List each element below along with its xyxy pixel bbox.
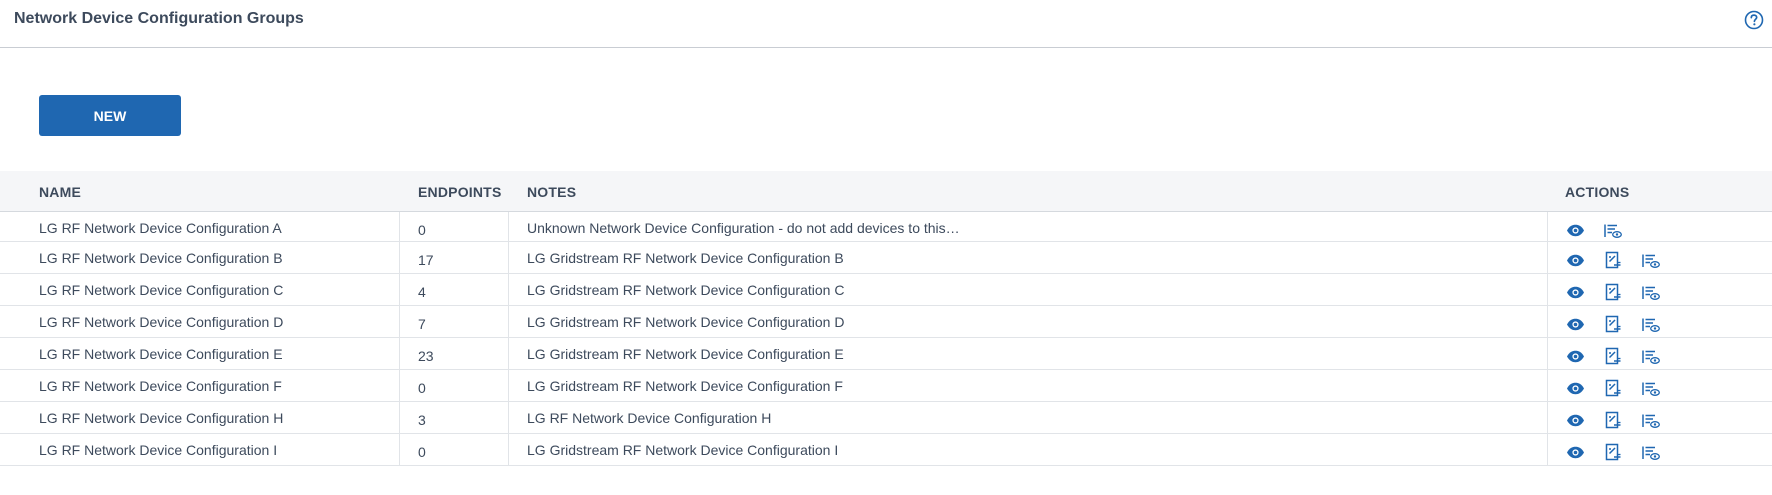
column-header-endpoints[interactable]: ENDPOINTS	[418, 184, 501, 200]
details-icon[interactable]	[1641, 315, 1661, 333]
cell-notes: LG Gridstream RF Network Device Configur…	[527, 314, 845, 330]
new-button[interactable]: NEW	[39, 95, 181, 136]
edit-icon[interactable]	[1603, 443, 1623, 461]
column-divider	[1547, 242, 1548, 273]
column-divider	[1547, 274, 1548, 305]
cell-notes: LG Gridstream RF Network Device Configur…	[527, 250, 844, 266]
column-divider	[399, 370, 400, 401]
cell-notes: LG Gridstream RF Network Device Configur…	[527, 442, 839, 458]
view-icon[interactable]	[1565, 221, 1585, 239]
edit-icon[interactable]	[1603, 379, 1623, 397]
details-icon[interactable]	[1641, 411, 1661, 429]
cell-name: LG RF Network Device Configuration H	[39, 410, 284, 426]
row-actions	[1565, 283, 1661, 301]
row-actions	[1565, 315, 1661, 333]
cell-endpoints: 0	[418, 444, 426, 460]
page-header: Network Device Configuration Groups	[0, 0, 1772, 48]
cell-endpoints: 7	[418, 316, 426, 332]
row-actions	[1565, 347, 1661, 365]
column-divider	[508, 370, 509, 401]
view-icon[interactable]	[1565, 379, 1585, 397]
table-row[interactable]: LG RF Network Device Configuration A 0 Unk…	[0, 212, 1772, 242]
column-header-notes[interactable]: NOTES	[527, 184, 576, 200]
table-row[interactable]: LG RF Network Device Configuration B 17 LG…	[0, 242, 1772, 274]
column-divider	[399, 306, 400, 337]
config-groups-table: NAME ENDPOINTS NOTES ACTIONS LG RF Netwo…	[0, 171, 1772, 466]
cell-name: LG RF Network Device Configuration F	[39, 378, 282, 394]
table-header: NAME ENDPOINTS NOTES ACTIONS	[0, 171, 1772, 212]
cell-name: LG RF Network Device Configuration B	[39, 250, 283, 266]
column-divider	[508, 212, 509, 241]
cell-name: LG RF Network Device Configuration A	[39, 220, 282, 236]
cell-endpoints: 23	[418, 348, 434, 364]
cell-notes: LG Gridstream RF Network Device Configur…	[527, 346, 844, 362]
details-icon[interactable]	[1641, 283, 1661, 301]
cell-notes: LG Gridstream RF Network Device Configur…	[527, 378, 843, 394]
column-divider	[399, 338, 400, 369]
row-actions	[1565, 379, 1661, 397]
details-icon[interactable]	[1641, 379, 1661, 397]
table-row[interactable]: LG RF Network Device Configuration H 3 LG …	[0, 402, 1772, 434]
table-row[interactable]: LG RF Network Device Configuration D 7 LG …	[0, 306, 1772, 338]
column-header-actions: ACTIONS	[1565, 184, 1630, 200]
cell-notes: LG Gridstream RF Network Device Configur…	[527, 282, 845, 298]
page-title: Network Device Configuration Groups	[14, 10, 304, 27]
column-divider	[399, 242, 400, 273]
table-body: LG RF Network Device Configuration A 0 Unk…	[0, 212, 1772, 466]
view-icon[interactable]	[1565, 315, 1585, 333]
column-divider	[508, 434, 509, 465]
column-divider	[1547, 434, 1548, 465]
cell-endpoints: 0	[418, 222, 426, 238]
view-icon[interactable]	[1565, 443, 1585, 461]
column-divider	[399, 274, 400, 305]
table-row[interactable]: LG RF Network Device Configuration E 23 LG…	[0, 338, 1772, 370]
cell-endpoints: 17	[418, 252, 434, 268]
cell-name: LG RF Network Device Configuration I	[39, 442, 278, 458]
edit-icon[interactable]	[1603, 347, 1623, 365]
column-divider	[1547, 306, 1548, 337]
column-divider	[1547, 212, 1548, 241]
view-icon[interactable]	[1565, 347, 1585, 365]
column-header-name[interactable]: NAME	[39, 184, 81, 200]
table-row[interactable]: LG RF Network Device Configuration I 0 LG …	[0, 434, 1772, 466]
column-divider	[399, 212, 400, 241]
cell-name: LG RF Network Device Configuration E	[39, 346, 283, 362]
column-divider	[399, 434, 400, 465]
cell-name: LG RF Network Device Configuration D	[39, 314, 284, 330]
edit-icon[interactable]	[1603, 411, 1623, 429]
column-divider	[508, 338, 509, 369]
cell-endpoints: 4	[418, 284, 426, 300]
column-divider	[508, 306, 509, 337]
row-actions	[1565, 443, 1661, 461]
column-divider	[508, 242, 509, 273]
details-icon[interactable]	[1603, 221, 1623, 239]
edit-icon[interactable]	[1603, 315, 1623, 333]
details-icon[interactable]	[1641, 443, 1661, 461]
column-divider	[1547, 370, 1548, 401]
column-divider	[1547, 402, 1548, 433]
view-icon[interactable]	[1565, 411, 1585, 429]
column-divider	[508, 274, 509, 305]
table-row[interactable]: LG RF Network Device Configuration F 0 LG …	[0, 370, 1772, 402]
column-divider	[1547, 338, 1548, 369]
question-circle-icon[interactable]	[1744, 10, 1764, 30]
row-actions	[1565, 411, 1661, 429]
column-divider	[508, 402, 509, 433]
cell-endpoints: 0	[418, 380, 426, 396]
view-icon[interactable]	[1565, 251, 1585, 269]
edit-icon[interactable]	[1603, 251, 1623, 269]
details-icon[interactable]	[1641, 347, 1661, 365]
details-icon[interactable]	[1641, 251, 1661, 269]
row-actions	[1565, 251, 1661, 269]
view-icon[interactable]	[1565, 283, 1585, 301]
cell-name: LG RF Network Device Configuration C	[39, 282, 284, 298]
row-actions	[1565, 221, 1623, 239]
edit-icon[interactable]	[1603, 283, 1623, 301]
cell-notes: Unknown Network Device Configuration - d…	[527, 220, 960, 236]
table-row[interactable]: LG RF Network Device Configuration C 4 LG …	[0, 274, 1772, 306]
cell-endpoints: 3	[418, 412, 426, 428]
column-divider	[399, 402, 400, 433]
cell-notes: LG RF Network Device Configuration H	[527, 410, 772, 426]
